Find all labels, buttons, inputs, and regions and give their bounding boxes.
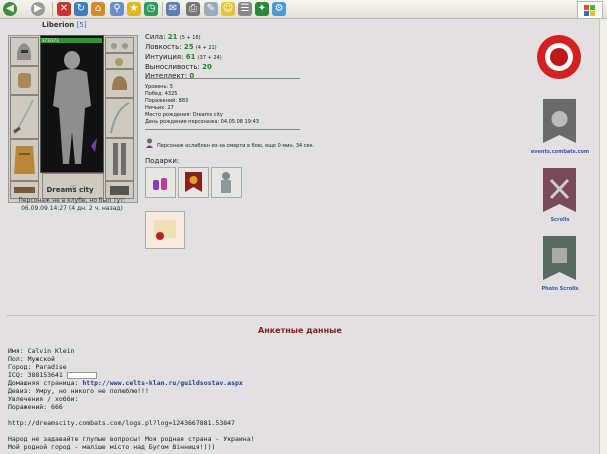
stop-icon[interactable]: ✕ xyxy=(57,2,71,16)
profile-note-1: Народ не задавайте глупые вопросы! Моя р… xyxy=(8,435,255,443)
stat-intuition: Интуиция: 61 (37 + 24) xyxy=(145,53,222,63)
stat-label: Выносливость: xyxy=(145,63,200,71)
info-block: Уровень: 5 Побед: 4325 Поражений: 883 Ни… xyxy=(145,84,259,126)
stat-bonus: (4 + 21) xyxy=(195,45,217,51)
stat-strength: Сила: 21 (5 + 16) xyxy=(145,33,222,43)
events-banner[interactable] xyxy=(541,97,578,147)
scrolls-banner-label[interactable]: Scrolls xyxy=(530,217,590,223)
gifts-label: Подарки: xyxy=(145,157,180,165)
stats-block: Сила: 21 (5 + 16) Ловкость: 25 (4 + 21) … xyxy=(145,33,222,81)
character-city: Dreams city xyxy=(46,186,94,194)
info-divider xyxy=(145,129,300,130)
forward-icon[interactable]: ▶ xyxy=(31,2,45,16)
stat-intellect: Интеллект: 0 xyxy=(145,72,222,81)
browser-toolbar: ◀ ▶ ✕ ↻ ⌂ ⚲ ★ ◷ ✉ ⎙ ✎ ☺ ☰ ✦ ⚙ xyxy=(0,0,607,19)
back-icon[interactable]: ◀ xyxy=(3,2,17,16)
weapon-slot-left[interactable] xyxy=(10,95,39,139)
stat-value: 20 xyxy=(202,63,212,71)
profile-icq-text: ICQ: 388153641 xyxy=(8,371,63,379)
print-icon[interactable]: ⎙ xyxy=(186,2,200,16)
trauma-icon xyxy=(145,133,154,148)
info-wins: Побед: 4325 xyxy=(145,91,178,97)
icq-status-icon xyxy=(66,371,97,379)
events-banner-label[interactable]: events.combats.com xyxy=(530,149,590,155)
profile-section-title: Анкетные данные xyxy=(258,326,342,335)
info-draws: Ничьих: 27 xyxy=(145,105,174,111)
gloves-slot[interactable] xyxy=(105,69,134,98)
section-divider xyxy=(6,315,596,316)
gift-potions[interactable] xyxy=(145,167,176,198)
helmet-slot[interactable] xyxy=(10,37,39,66)
mail-icon[interactable]: ✉ xyxy=(166,2,180,16)
character-name-text: Liberion xyxy=(42,21,75,29)
weapon-slot-right[interactable] xyxy=(105,98,134,138)
stat-bonus: (37 + 24) xyxy=(197,55,222,61)
profile-block: Имя: Calvin Klein Пол: Мужской Город: Pa… xyxy=(8,347,255,451)
stat-bonus: (5 + 16) xyxy=(179,35,201,41)
search-icon[interactable]: ⚲ xyxy=(110,2,124,16)
profile-city: Город: Paradise xyxy=(8,363,67,371)
info-birthplace: Место рождения: Dreams city xyxy=(145,112,223,118)
windows-logo-icon xyxy=(577,1,603,19)
character-figure xyxy=(40,35,104,173)
armor-slot[interactable] xyxy=(10,139,39,181)
home-icon[interactable]: ⌂ xyxy=(91,2,105,16)
photo-scrolls-banner[interactable] xyxy=(541,234,578,284)
profile-motto: Девиз: Умру, но никого не полюблю!!! xyxy=(8,387,149,395)
info-birthday: День рождения персонажа: 04.05.08 19:43 xyxy=(145,119,259,125)
profile-name: Имя: Calvin Klein xyxy=(8,347,75,355)
amulet-slot[interactable] xyxy=(105,53,134,69)
extension-icon[interactable]: ⚙ xyxy=(272,2,286,16)
gift-banner[interactable] xyxy=(178,167,209,198)
toolbar-separator xyxy=(52,2,53,16)
homepage-label: Домашняя страница: xyxy=(8,379,79,387)
photo-scrolls-banner-label[interactable]: Photo Scrolls xyxy=(530,286,590,292)
club-emblem[interactable] xyxy=(535,33,583,81)
profile-log-link[interactable]: http://dreamscity.combats.com/logs.pl?lo… xyxy=(8,419,255,427)
last-seen: 06.09.09 14:27 (4 дн. 2 ч. назад) xyxy=(21,205,123,212)
research-icon[interactable]: ☰ xyxy=(238,2,252,16)
vertical-scrollbar[interactable] xyxy=(599,19,607,454)
info-level: Уровень: 5 xyxy=(145,84,173,90)
profile-losses: Поражений: 666 xyxy=(8,403,63,411)
stat-label: Интуиция: xyxy=(145,53,184,61)
trauma-note: Персонаж ослаблен из-за смерти в бою, ещ… xyxy=(157,143,315,149)
stat-label: Сила: xyxy=(145,33,166,41)
scrolls-banner[interactable] xyxy=(541,166,578,216)
stat-agility: Ловкость: 25 (4 + 21) xyxy=(145,43,222,53)
earrings-slot[interactable] xyxy=(105,37,134,53)
stat-endurance: Выносливость: 20 xyxy=(145,63,222,72)
profile-note-2: Мой родной город - маліше місто над Буго… xyxy=(8,443,216,451)
toolbar-separator xyxy=(162,2,163,16)
homepage-link[interactable]: http://www.celts-klan.ru/guildsostav.asp… xyxy=(82,379,242,387)
location-status: Персонаж не в клубе, но был тут: xyxy=(18,197,126,204)
profile-hobbies: Увлечения / хобби: xyxy=(8,395,79,403)
profile-homepage: Домашняя страница: http://www.celts-klan… xyxy=(8,379,255,387)
gift-scroll[interactable] xyxy=(145,211,185,249)
bracers-slot[interactable] xyxy=(10,66,39,95)
character-name: Liberion [5] xyxy=(42,21,87,29)
gift-knight[interactable] xyxy=(211,167,242,198)
legs-slot[interactable] xyxy=(105,138,134,181)
character-level: [5] xyxy=(76,21,87,29)
history-icon[interactable]: ◷ xyxy=(144,2,158,16)
page-content: Liberion [5] 373/373 ∞ Dreams city Персо… xyxy=(0,19,600,454)
messenger-icon[interactable]: ☺ xyxy=(221,2,235,16)
profile-gender: Пол: Мужской xyxy=(8,355,55,363)
favorites-icon[interactable]: ★ xyxy=(127,2,141,16)
bluetooth-icon[interactable]: ✦ xyxy=(255,2,269,16)
refresh-icon[interactable]: ↻ xyxy=(74,2,88,16)
stat-value: 21 xyxy=(167,33,178,41)
stat-value: 61 xyxy=(185,53,196,61)
edit-icon[interactable]: ✎ xyxy=(204,2,218,16)
info-losses: Поражений: 883 xyxy=(145,98,189,104)
stats-divider xyxy=(145,78,300,79)
hp-text: 373/373 xyxy=(42,38,59,43)
stat-value: 25 xyxy=(183,43,194,51)
stat-label: Ловкость: xyxy=(145,43,182,51)
profile-icq: ICQ: 388153641 xyxy=(8,371,255,379)
